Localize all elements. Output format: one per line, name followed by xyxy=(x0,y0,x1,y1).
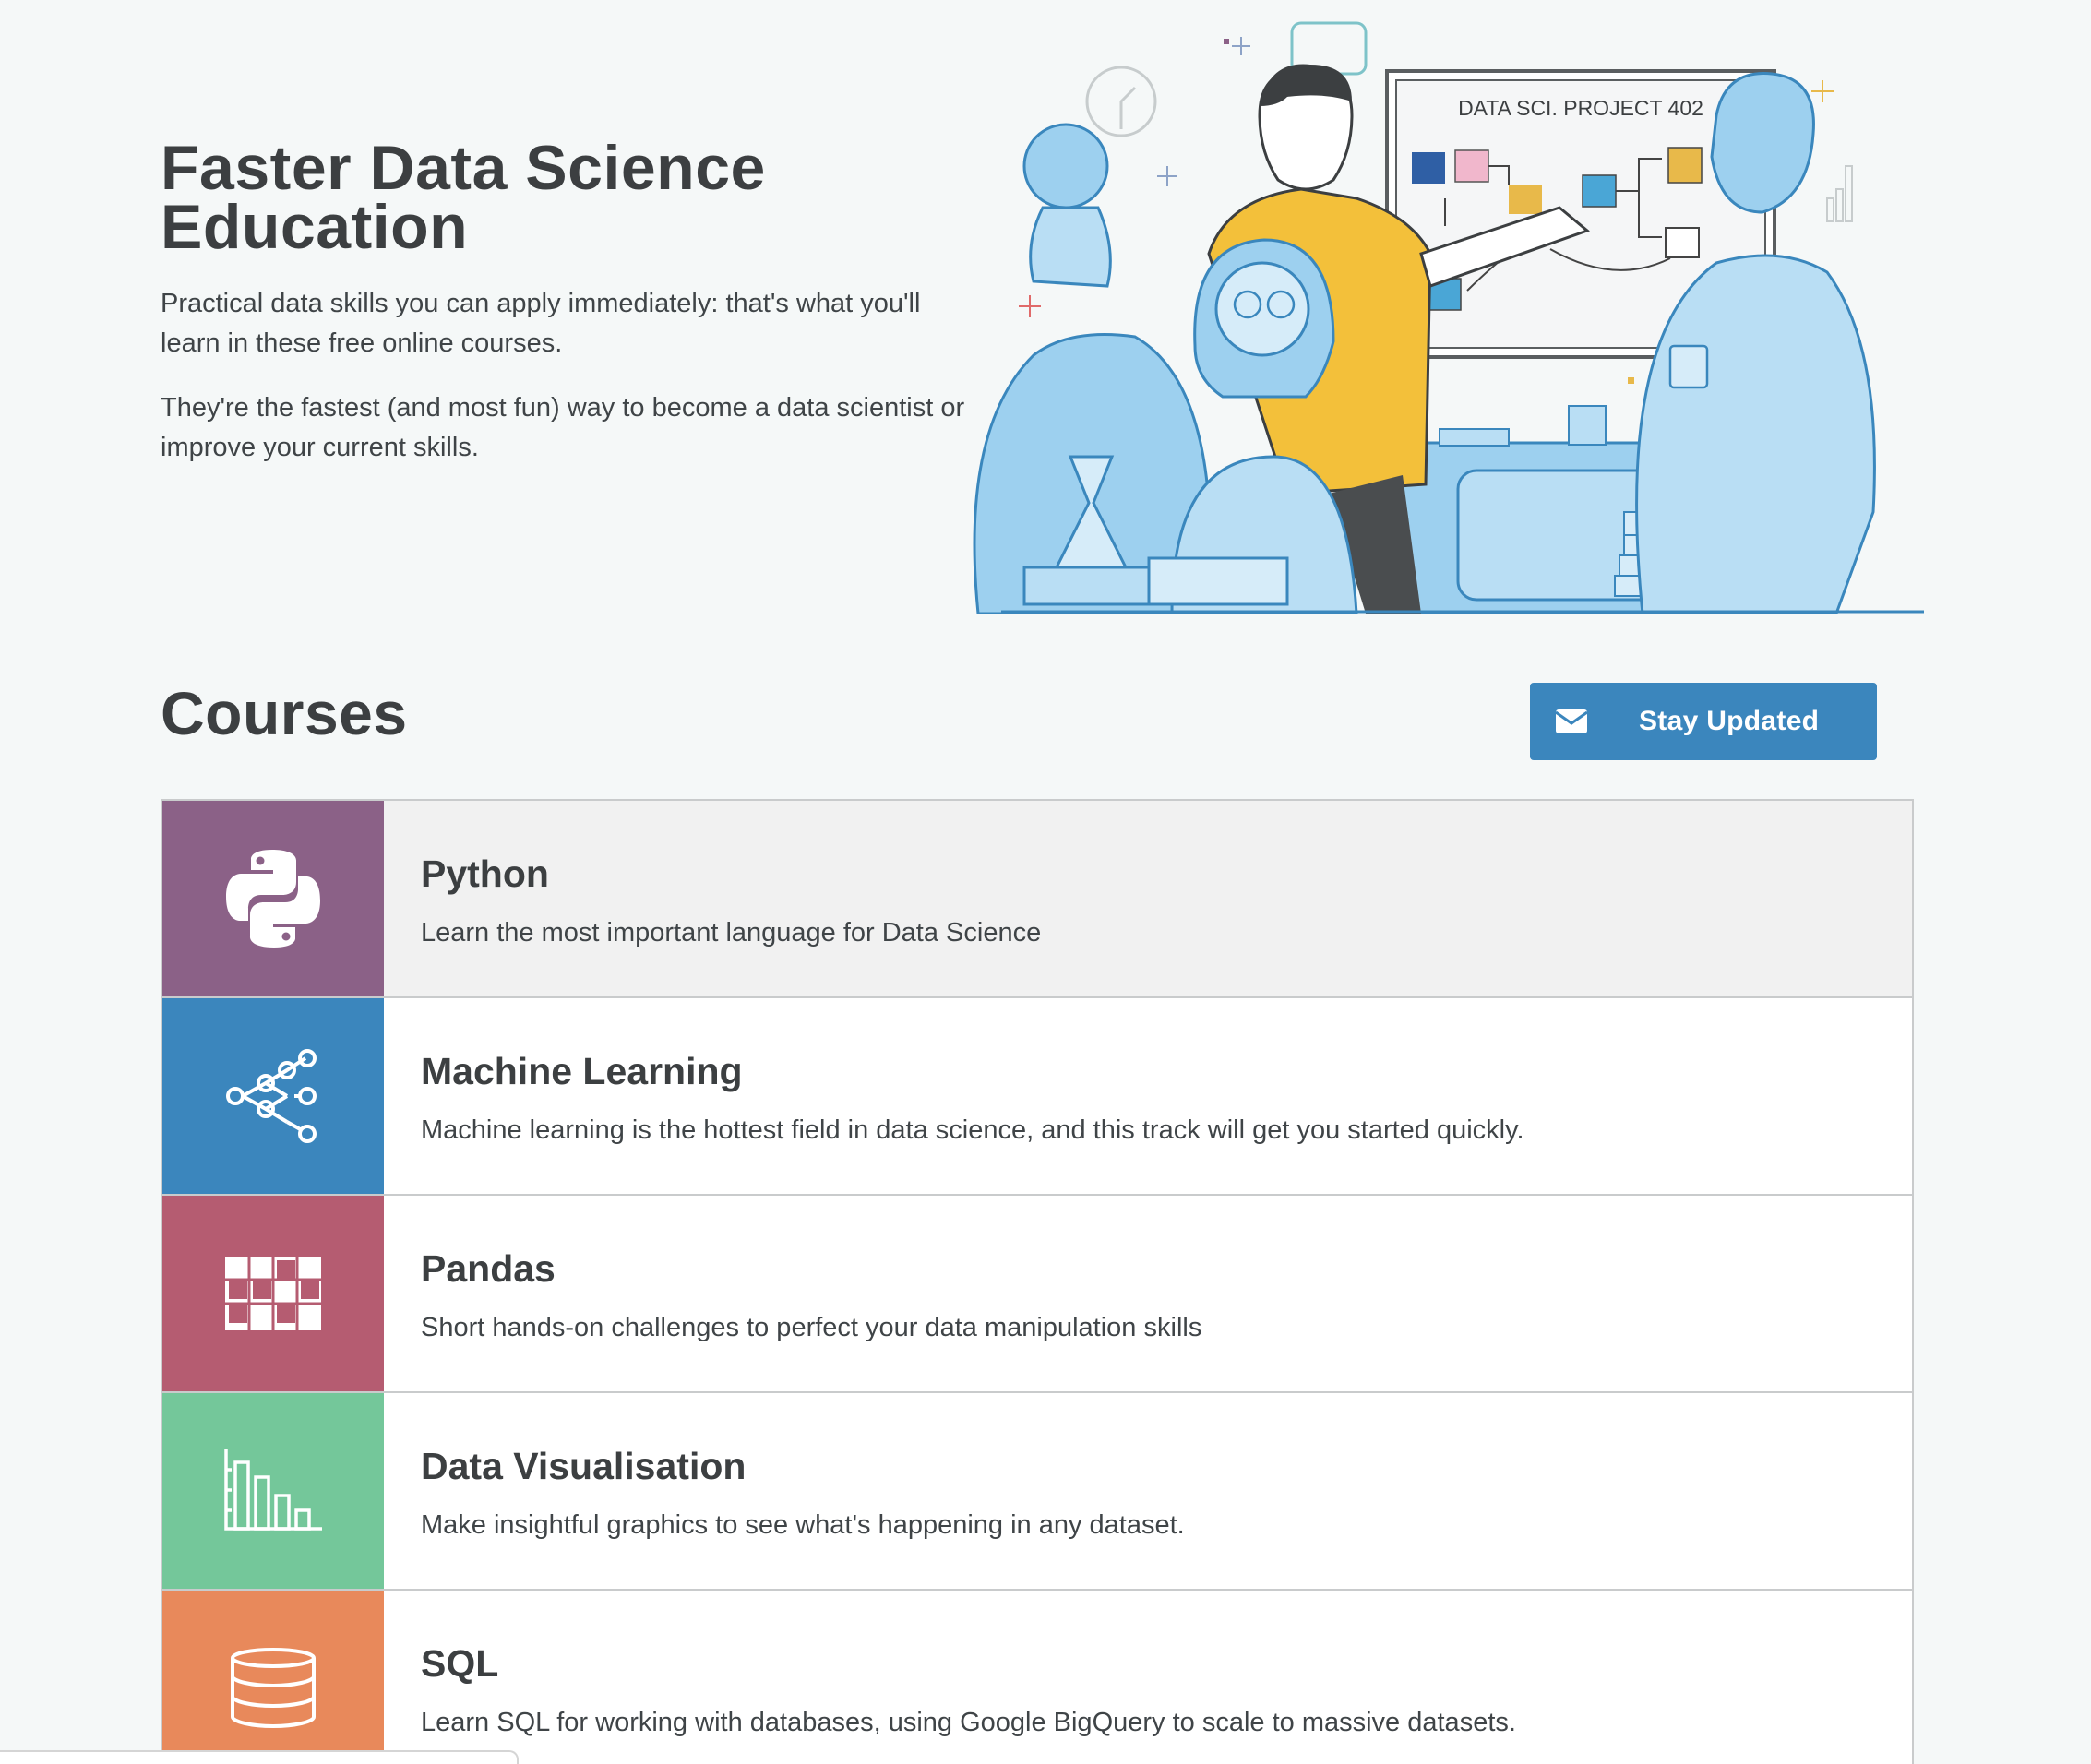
python-icon xyxy=(226,850,320,948)
course-description: Short hands-on challenges to perfect you… xyxy=(421,1313,1202,1342)
course-title: Machine Learning xyxy=(421,1050,743,1092)
course-list: Python Learn the most important language… xyxy=(161,799,1914,1764)
page: Faster Data Science Education Practical … xyxy=(0,0,2091,1764)
hero-secondary-paragraph: They're the fastest (and most fun) way t… xyxy=(161,393,965,462)
course-title: Python xyxy=(421,852,549,895)
course-icon-tile xyxy=(162,1393,384,1589)
course-body: Machine Learning Machine learning is the… xyxy=(384,998,1524,1194)
course-title: Pandas xyxy=(421,1247,556,1290)
course-item-data-visualisation[interactable]: Data Visualisation Make insightful graph… xyxy=(162,1393,1912,1591)
whiteboard-label: DATA SCI. PROJECT 402 xyxy=(1458,96,1703,120)
course-item-pandas[interactable]: Pandas Short hands-on challenges to perf… xyxy=(162,1196,1912,1393)
course-description: Learn the most important language for Da… xyxy=(421,918,1042,948)
hero-intro-paragraph: Practical data skills you can apply imme… xyxy=(161,289,921,358)
envelope-icon xyxy=(1556,709,1587,733)
course-description: Machine learning is the hottest field in… xyxy=(421,1115,1524,1145)
course-icon-tile xyxy=(162,1591,384,1764)
courses-heading: Courses xyxy=(161,679,408,747)
course-item-machine-learning[interactable]: Machine Learning Machine learning is the… xyxy=(162,998,1912,1196)
course-icon-tile xyxy=(162,1196,384,1391)
course-title: SQL xyxy=(421,1642,499,1685)
stay-updated-label: Stay Updated xyxy=(1639,706,1820,736)
course-icon-tile xyxy=(162,998,384,1194)
course-description: Learn SQL for working with databases, us… xyxy=(421,1708,1516,1737)
hero-section: Faster Data Science Education Practical … xyxy=(161,133,973,468)
course-item-python[interactable]: Python Learn the most important language… xyxy=(162,801,1912,998)
course-body: Pandas Short hands-on challenges to perf… xyxy=(384,1196,1201,1391)
course-body: SQL Learn SQL for working with databases… xyxy=(384,1591,1516,1764)
course-icon-tile xyxy=(162,801,384,996)
page-title: Faster Data Science Education xyxy=(161,133,766,262)
course-body: Data Visualisation Make insightful graph… xyxy=(384,1393,1185,1589)
course-item-sql[interactable]: SQL Learn SQL for working with databases… xyxy=(162,1591,1912,1764)
database-icon xyxy=(231,1648,316,1729)
network-graph-icon xyxy=(226,1049,317,1143)
bar-chart-icon xyxy=(224,1449,322,1531)
table-grid-icon xyxy=(225,1257,321,1330)
course-description: Make insightful graphics to see what's h… xyxy=(421,1510,1185,1540)
bottom-popup-edge xyxy=(0,1750,519,1764)
course-title: Data Visualisation xyxy=(421,1445,747,1487)
course-body: Python Learn the most important language… xyxy=(384,801,1041,996)
hero-illustration: DATA SCI. PROJECT 402 xyxy=(973,21,1924,614)
stay-updated-button[interactable]: Stay Updated xyxy=(1530,683,1877,760)
